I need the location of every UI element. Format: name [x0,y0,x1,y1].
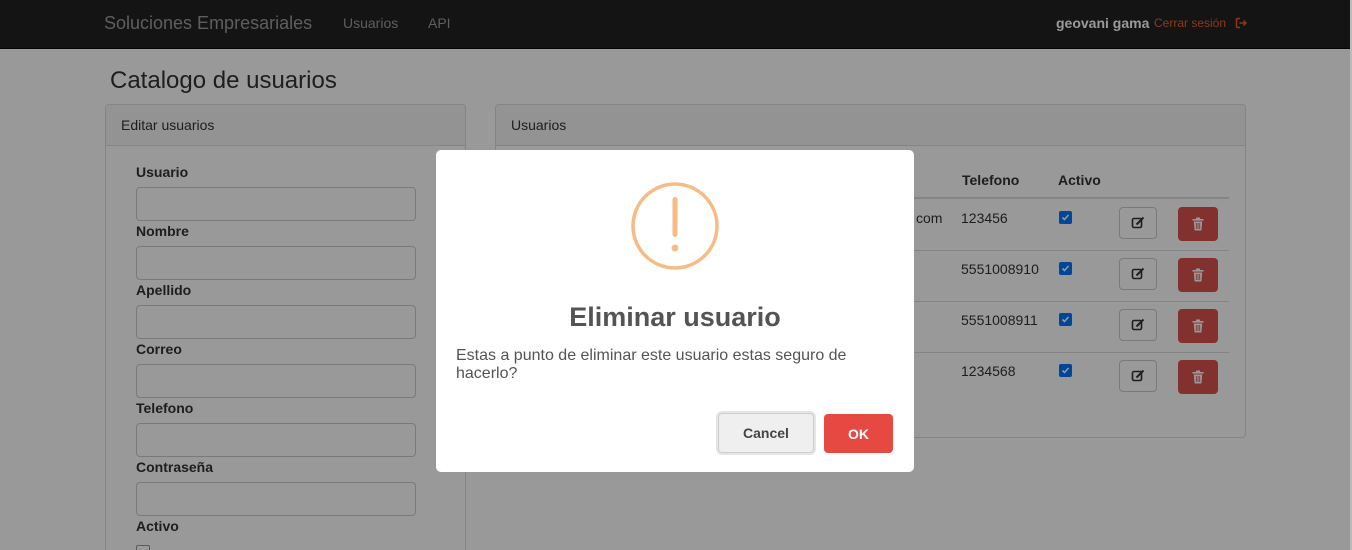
dialog-title: Eliminar usuario [569,302,781,332]
delete-user-dialog: Eliminar usuario Estas a punto de elimin… [436,150,914,472]
dialog-message: Estas a punto de eliminar este usuario e… [456,347,847,382]
cancel-button[interactable]: Cancel [718,413,814,453]
ok-button[interactable]: OK [824,414,893,453]
warning-exclamation-icon [631,182,719,270]
